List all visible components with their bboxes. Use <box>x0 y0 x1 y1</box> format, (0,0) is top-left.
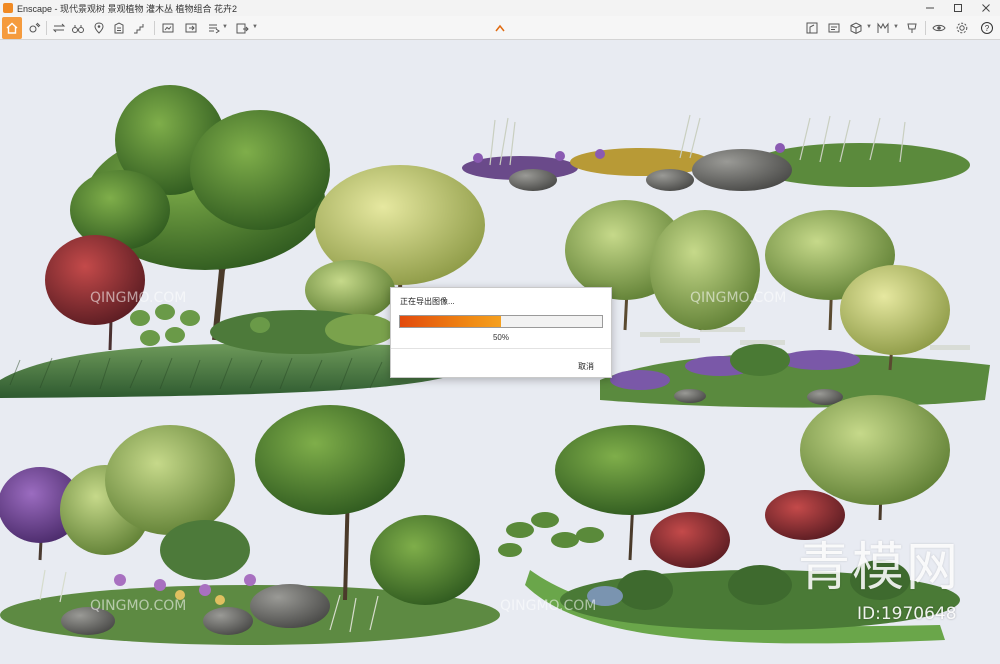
progress-bar-fill <box>400 316 501 327</box>
watermark-site-text: QINGMO.COM <box>690 290 786 306</box>
eye-icon <box>932 24 946 32</box>
batch-export-dropdown-icon[interactable]: ▼ <box>222 24 228 30</box>
maximize-icon <box>954 4 962 12</box>
material-button[interactable] <box>825 19 843 37</box>
progress-bar <box>399 315 603 328</box>
box-button[interactable] <box>847 19 865 37</box>
visual-settings-icon <box>907 23 917 33</box>
material-icon <box>828 23 840 33</box>
cancel-button[interactable]: 取消 <box>578 361 594 372</box>
binoculars-icon <box>72 25 84 33</box>
window-title: Enscape - 现代景观树 景观植物 灌木丛 植物组合 花卉2 <box>17 3 238 14</box>
view-dropdown-icon[interactable]: ▼ <box>893 24 899 30</box>
watermark-id-text: ID:1970648 <box>857 604 957 624</box>
asset-library-icon <box>806 22 818 34</box>
close-icon <box>982 4 990 12</box>
batch-export-icon <box>209 24 220 34</box>
home-button[interactable] <box>2 17 22 39</box>
building-button[interactable] <box>110 19 128 37</box>
view-button[interactable] <box>874 19 892 37</box>
upload-icon <box>236 23 249 34</box>
watermark-site-text: QINGMO.COM <box>500 598 596 614</box>
help-icon: ? <box>981 22 993 34</box>
watermark-site-text: QINGMO.COM <box>90 290 186 306</box>
enscape-logo-icon <box>3 3 13 13</box>
sun-button[interactable] <box>25 19 43 37</box>
settings-button[interactable] <box>953 19 971 37</box>
map-button[interactable] <box>90 19 108 37</box>
maximize-button[interactable] <box>944 0 972 16</box>
eye-button[interactable] <box>930 19 948 37</box>
sync-icon <box>52 23 66 33</box>
svg-text:?: ? <box>985 24 990 33</box>
collapse-toolbar-button[interactable] <box>493 21 507 35</box>
watermark-site-text: QINGMO.COM <box>90 598 186 614</box>
stairs-icon <box>134 24 144 34</box>
view-cube-button[interactable] <box>130 19 148 37</box>
home-icon <box>6 22 18 34</box>
binoculars-button[interactable] <box>69 19 87 37</box>
title-bar: Enscape - 现代景观树 景观植物 灌木丛 植物组合 花卉2 <box>0 0 1000 16</box>
minimize-icon <box>926 7 934 9</box>
upload-dropdown-icon[interactable]: ▼ <box>252 24 258 30</box>
export-icon <box>185 23 197 33</box>
view-icon <box>877 22 889 33</box>
minimize-button[interactable] <box>916 0 944 16</box>
box-dropdown-icon[interactable]: ▼ <box>866 24 872 30</box>
watermark-logo-text: 青模网 <box>798 538 961 598</box>
close-button[interactable] <box>972 0 1000 16</box>
batch-export-button[interactable] <box>205 19 223 37</box>
export-progress-dialog: 正在导出图像... 50% 取消 <box>390 287 612 378</box>
window-controls <box>916 0 1000 16</box>
export-button[interactable] <box>182 19 200 37</box>
help-button[interactable]: ? <box>978 19 996 37</box>
screenshot-icon <box>162 23 174 33</box>
sync-button[interactable] <box>50 19 68 37</box>
asset-library-button[interactable] <box>803 19 821 37</box>
visual-settings-button[interactable] <box>903 19 921 37</box>
box-icon <box>850 22 862 35</box>
building-icon <box>114 22 124 34</box>
chevron-up-icon <box>495 24 505 32</box>
toolbar: ▼ ▼ ▼ ▼ ? <box>0 16 1000 40</box>
sun-icon <box>29 22 41 33</box>
screenshot-button[interactable] <box>159 19 177 37</box>
dialog-title: 正在导出图像... <box>400 297 455 306</box>
dialog-divider <box>391 348 611 349</box>
progress-percent: 50% <box>492 333 509 342</box>
upload-button[interactable] <box>233 19 251 37</box>
map-icon <box>94 22 104 34</box>
gear-icon <box>956 22 968 34</box>
